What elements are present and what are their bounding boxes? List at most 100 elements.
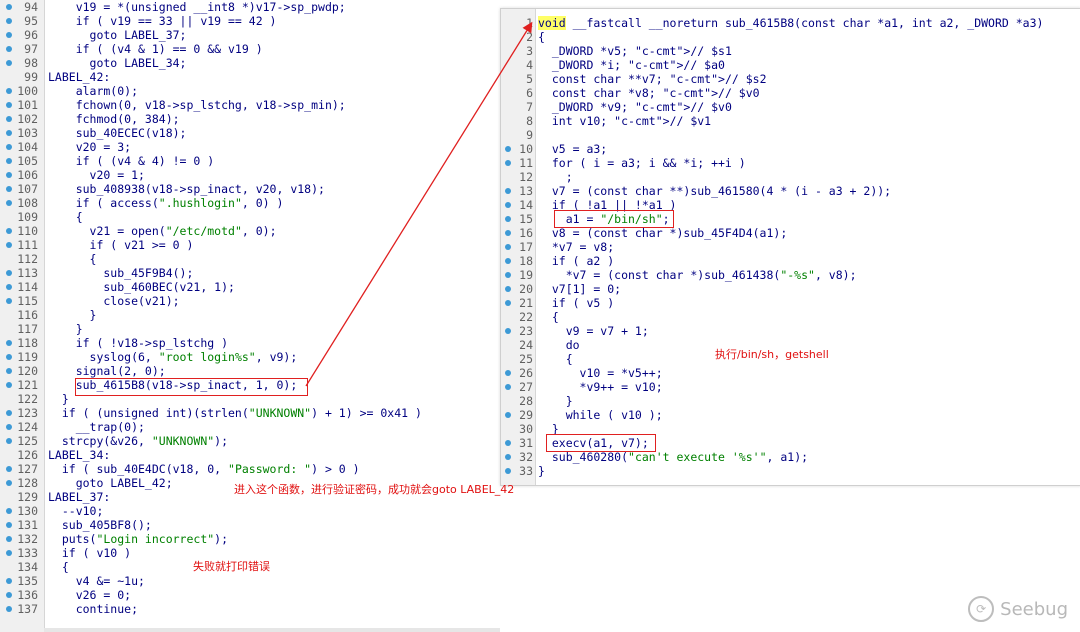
breakpoint-dot-icon[interactable] xyxy=(6,18,12,24)
breakpoint-dot-icon[interactable] xyxy=(6,382,12,388)
breakpoint-dot-icon[interactable] xyxy=(6,606,12,612)
breakpoint-dot-icon[interactable] xyxy=(6,102,12,108)
left-code-line[interactable]: 124 __trap(0); xyxy=(0,420,500,434)
breakpoint-dot-icon[interactable] xyxy=(6,130,12,136)
right-code-line[interactable]: 29 while ( v10 ); xyxy=(501,408,1080,422)
right-code-line[interactable]: 21 if ( v5 ) xyxy=(501,296,1080,310)
left-code-line[interactable]: 111 if ( v21 >= 0 ) xyxy=(0,238,500,252)
breakpoint-dot-icon[interactable] xyxy=(6,270,12,276)
left-code-line[interactable]: 116 } xyxy=(0,308,500,322)
left-code-line[interactable]: 109 { xyxy=(0,210,500,224)
right-code-line[interactable]: 33} xyxy=(501,464,1080,478)
breakpoint-dot-icon[interactable] xyxy=(6,4,12,10)
breakpoint-dot-icon[interactable] xyxy=(6,144,12,150)
right-code-line[interactable]: 4 _DWORD *i; "c-cmt">// $a0 xyxy=(501,58,1080,72)
left-code-line[interactable]: 99 LABEL_42: xyxy=(0,70,500,84)
breakpoint-dot-icon[interactable] xyxy=(6,592,12,598)
breakpoint-dot-icon[interactable] xyxy=(6,298,12,304)
breakpoint-dot-icon[interactable] xyxy=(6,508,12,514)
breakpoint-dot-icon[interactable] xyxy=(6,172,12,178)
left-code-line[interactable]: 103 sub_40ECEC(v18); xyxy=(0,126,500,140)
breakpoint-dot-icon[interactable] xyxy=(6,550,12,556)
left-code-line[interactable]: 127 if ( sub_40E4DC(v18, 0, "Password: "… xyxy=(0,462,500,476)
left-code-line[interactable]: 102 fchmod(0, 384); xyxy=(0,112,500,126)
right-code-line[interactable]: 22 { xyxy=(501,310,1080,324)
breakpoint-dot-icon[interactable] xyxy=(6,424,12,430)
left-code-line[interactable]: 114 sub_460BEC(v21, 1); xyxy=(0,280,500,294)
right-code-line[interactable]: 26 v10 = *v5++; xyxy=(501,366,1080,380)
left-code-line[interactable]: 132 puts("Login incorrect"); xyxy=(0,532,500,546)
breakpoint-dot-icon[interactable] xyxy=(6,536,12,542)
left-code-line[interactable]: 125 strcpy(&v26, "UNKNOWN"); xyxy=(0,434,500,448)
breakpoint-dot-icon[interactable] xyxy=(6,46,12,52)
right-pseudocode-panel[interactable]: 1 void __fastcall __noreturn sub_4615B8(c… xyxy=(500,8,1080,486)
left-code-line[interactable]: 94 v19 = *(unsigned __int8 *)v17->sp_pwd… xyxy=(0,0,500,14)
breakpoint-dot-icon[interactable] xyxy=(6,522,12,528)
right-code-line[interactable]: 9 xyxy=(501,128,1080,142)
left-code-line[interactable]: 137 continue; xyxy=(0,602,500,616)
right-code-line[interactable]: 28 } xyxy=(501,394,1080,408)
right-code-line[interactable]: 13 v7 = (const char **)sub_461580(4 * (i… xyxy=(501,184,1080,198)
right-code-line[interactable]: 1 void __fastcall __noreturn sub_4615B8(c… xyxy=(501,16,1080,30)
right-code-line[interactable]: 7 _DWORD *v9; "c-cmt">// $v0 xyxy=(501,100,1080,114)
breakpoint-dot-icon[interactable] xyxy=(6,116,12,122)
right-code-line[interactable]: 10 v5 = a3; xyxy=(501,142,1080,156)
left-code-line[interactable]: 112 { xyxy=(0,252,500,266)
left-code-line[interactable]: 107 sub_408938(v18->sp_inact, v20, v18); xyxy=(0,182,500,196)
left-code-line[interactable]: 115 close(v21); xyxy=(0,294,500,308)
right-code-line[interactable]: 2{ xyxy=(501,30,1080,44)
left-code-line[interactable]: 118 if ( !v18->sp_lstchg ) xyxy=(0,336,500,350)
breakpoint-dot-icon[interactable] xyxy=(6,354,12,360)
left-horizontal-scrollbar[interactable] xyxy=(44,628,500,632)
left-pseudocode-panel[interactable]: 94 v19 = *(unsigned __int8 *)v17->sp_pwd… xyxy=(0,0,500,632)
breakpoint-dot-icon[interactable] xyxy=(6,200,12,206)
breakpoint-dot-icon[interactable] xyxy=(6,466,12,472)
breakpoint-dot-icon[interactable] xyxy=(6,228,12,234)
right-code-line[interactable]: 18 if ( a2 ) xyxy=(501,254,1080,268)
left-code-line[interactable]: 136 v26 = 0; xyxy=(0,588,500,602)
left-code-line[interactable]: 126 LABEL_34: xyxy=(0,448,500,462)
breakpoint-dot-icon[interactable] xyxy=(6,186,12,192)
left-code-line[interactable]: 100 alarm(0); xyxy=(0,84,500,98)
breakpoint-dot-icon[interactable] xyxy=(6,340,12,346)
left-code-line[interactable]: 108 if ( access(".hushlogin", 0) ) xyxy=(0,196,500,210)
left-code-line[interactable]: 104 v20 = 3; xyxy=(0,140,500,154)
left-code-line[interactable]: 110 v21 = open("/etc/motd", 0); xyxy=(0,224,500,238)
left-code-line[interactable]: 123 if ( (unsigned int)(strlen("UNKNOWN"… xyxy=(0,406,500,420)
breakpoint-dot-icon[interactable] xyxy=(6,32,12,38)
left-code-line[interactable]: 96 goto LABEL_37; xyxy=(0,28,500,42)
left-code-line[interactable]: 106 v20 = 1; xyxy=(0,168,500,182)
left-code-line[interactable]: 131 sub_405BF8(); xyxy=(0,518,500,532)
right-code-line[interactable]: 32 sub_460280("can't execute '%s'", a1); xyxy=(501,450,1080,464)
right-code-line[interactable]: 27 *v9++ = v10; xyxy=(501,380,1080,394)
breakpoint-dot-icon[interactable] xyxy=(6,368,12,374)
right-code-line[interactable]: 16 v8 = (const char *)sub_45F4D4(a1); xyxy=(501,226,1080,240)
right-code-line[interactable]: 5 const char **v7; "c-cmt">// $s2 xyxy=(501,72,1080,86)
right-code-line[interactable]: 8 int v10; "c-cmt">// $v1 xyxy=(501,114,1080,128)
left-code-line[interactable]: 98 goto LABEL_34; xyxy=(0,56,500,70)
left-code-line[interactable]: 120 signal(2, 0); xyxy=(0,364,500,378)
left-code-line[interactable]: 117 } xyxy=(0,322,500,336)
left-code-line[interactable]: 105 if ( (v4 & 4) != 0 ) xyxy=(0,154,500,168)
left-code-line[interactable]: 97 if ( (v4 & 1) == 0 && v19 ) xyxy=(0,42,500,56)
right-code-line[interactable]: 3 _DWORD *v5; "c-cmt">// $s1 xyxy=(501,44,1080,58)
breakpoint-dot-icon[interactable] xyxy=(6,60,12,66)
left-code-line[interactable]: 130 --v10; xyxy=(0,504,500,518)
left-code-line[interactable]: 135 v4 &= ~1u; xyxy=(0,574,500,588)
breakpoint-dot-icon[interactable] xyxy=(6,480,12,486)
right-code-line[interactable]: 17 *v7 = v8; xyxy=(501,240,1080,254)
right-code-line[interactable]: 20 v7[1] = 0; xyxy=(501,282,1080,296)
left-code-line[interactable]: 95 if ( v19 == 33 || v19 == 42 ) xyxy=(0,14,500,28)
right-code-line[interactable]: 11 for ( i = a3; i && *i; ++i ) xyxy=(501,156,1080,170)
breakpoint-dot-icon[interactable] xyxy=(6,578,12,584)
left-code-line[interactable]: 113 sub_45F9B4(); xyxy=(0,266,500,280)
breakpoint-dot-icon[interactable] xyxy=(6,88,12,94)
right-code-line[interactable]: 23 v9 = v7 + 1; xyxy=(501,324,1080,338)
breakpoint-dot-icon[interactable] xyxy=(6,438,12,444)
left-code-line[interactable]: 119 syslog(6, "root login%s", v9); xyxy=(0,350,500,364)
right-code-line[interactable]: 12 ; xyxy=(501,170,1080,184)
breakpoint-dot-icon[interactable] xyxy=(6,284,12,290)
breakpoint-dot-icon[interactable] xyxy=(6,158,12,164)
breakpoint-dot-icon[interactable] xyxy=(6,410,12,416)
right-code-line[interactable]: 19 *v7 = (const char *)sub_461438("-%s",… xyxy=(501,268,1080,282)
